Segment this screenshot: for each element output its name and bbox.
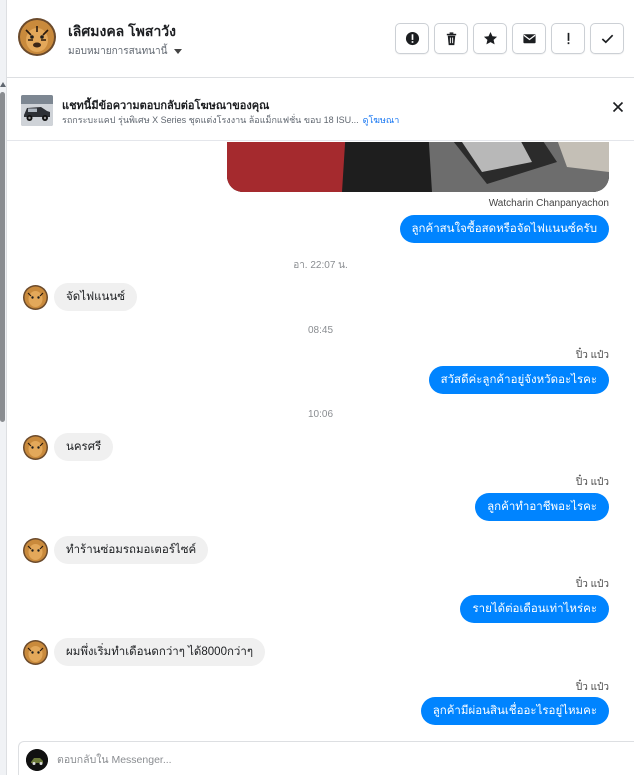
star-button[interactable] <box>473 23 507 54</box>
delete-button[interactable] <box>434 23 468 54</box>
view-ad-link[interactable]: ดูโฆษณา <box>363 115 400 125</box>
scrollbar[interactable] <box>0 0 7 775</box>
outgoing-message[interactable]: รายได้ต่อเดือนเท่าไหร่คะ <box>460 595 609 623</box>
sender-name: ปิ๋ว แป๋ว <box>575 579 609 590</box>
ad-thumbnail[interactable] <box>21 95 53 126</box>
contact-avatar-small[interactable] <box>23 538 48 563</box>
photo-sender-name: Watcharin Chanpanyachon <box>488 198 609 209</box>
ad-banner-title: แชทนี้มีข้อความตอบกลับต่อโฆษณาของคุณ <box>62 100 270 112</box>
messenger-conversation-panel: เลิศมงคล โพสาวัง มอบหมายการสนทนานี้ แชทน… <box>0 0 634 775</box>
timestamp: อา. 22:07 น. <box>293 260 348 271</box>
outgoing-message[interactable]: สวัสดีค่ะลูกค้าอยู่จังหวัดอะไรคะ <box>428 366 609 394</box>
incoming-message[interactable]: ผมพึ่งเริ่มทำเดือนดกว่าๆ ได้8000กว่าๆ <box>54 638 266 666</box>
scroll-up-icon[interactable] <box>0 82 6 87</box>
envelope-icon <box>522 34 536 44</box>
conversation-actions <box>395 23 624 54</box>
incoming-message[interactable]: จัดไฟแนนซ์ <box>54 283 138 311</box>
ad-description-text: รถกระบะแคป รุ่นพิเศษ X Series ชุดแต่งโรง… <box>62 115 359 125</box>
report-button[interactable] <box>395 23 429 54</box>
outgoing-message[interactable]: ลูกค้ามีผ่อนสินเชื่ออะไรอยู่ไหมคะ <box>420 697 609 725</box>
assign-label: มอบหมายการสนทนานี้ <box>68 46 168 57</box>
incoming-message[interactable]: ทำร้านซ่อมรถมอเตอร์ไซค์ <box>54 536 209 564</box>
check-icon <box>601 34 613 44</box>
timestamp: 08:45 <box>307 325 334 336</box>
contact-avatar-small[interactable] <box>23 640 48 665</box>
ad-description: รถกระบะแคป รุ่นพิเศษ X Series ชุดแต่งโรง… <box>62 113 399 127</box>
scroll-thumb[interactable] <box>0 92 5 422</box>
reply-input[interactable] <box>57 750 617 770</box>
shared-photo[interactable] <box>227 142 609 192</box>
star-icon <box>483 31 497 45</box>
mark-done-button[interactable] <box>590 23 624 54</box>
contact-avatar-small[interactable] <box>23 435 48 460</box>
timestamp: 10:06 <box>307 409 334 420</box>
sender-name: ปิ๋ว แป๋ว <box>575 682 609 693</box>
trash-icon <box>446 32 456 46</box>
mark-spam-button[interactable] <box>551 23 585 54</box>
contact-name[interactable]: เลิศมงคล โพสาวัง <box>68 21 176 43</box>
contact-avatar-small[interactable] <box>23 285 48 310</box>
sender-name: ปิ๋ว แป๋ว <box>575 350 609 361</box>
outgoing-message[interactable]: ลูกค้าทำอาชีพอะไรคะ <box>475 493 609 521</box>
sender-name: ปิ๋ว แป๋ว <box>575 477 609 488</box>
conversation-header: เลิศมงคล โพสาวัง มอบหมายการสนทนานี้ <box>7 0 634 78</box>
close-icon[interactable] <box>611 100 625 114</box>
page-avatar <box>26 749 48 771</box>
mark-unread-button[interactable] <box>512 23 546 54</box>
message-thread[interactable]: Watcharin Chanpanyachon ลูกค้าสนใจซื้อสด… <box>7 142 634 740</box>
reply-composer <box>18 741 634 775</box>
assign-conversation-dropdown[interactable]: มอบหมายการสนทนานี้ <box>68 44 183 59</box>
outgoing-message[interactable]: ลูกค้าสนใจซื้อสดหรือจัดไฟแนนซ์ครับ <box>399 215 609 243</box>
alert-circle-icon <box>405 31 419 46</box>
ad-reply-banner: แชทนี้มีข้อความตอบกลับต่อโฆษณาของคุณ รถก… <box>7 79 634 141</box>
contact-avatar[interactable] <box>18 18 56 56</box>
incoming-message[interactable]: นครศรี <box>54 433 114 461</box>
caret-down-icon <box>174 49 183 54</box>
exclamation-icon <box>567 32 569 45</box>
